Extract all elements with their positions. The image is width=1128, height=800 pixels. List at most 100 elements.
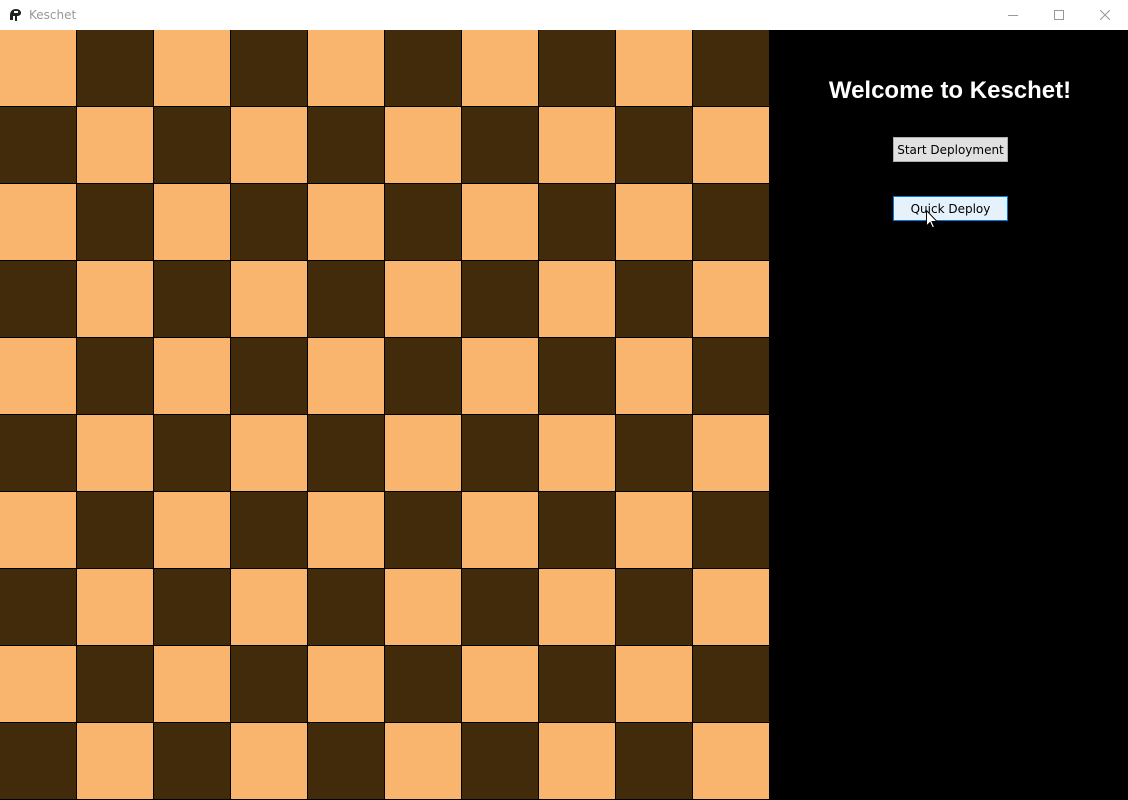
- board-square[interactable]: [0, 30, 77, 107]
- board-square[interactable]: [154, 184, 231, 261]
- board-square[interactable]: [616, 723, 693, 800]
- board-square[interactable]: [231, 646, 308, 723]
- board-square[interactable]: [231, 107, 308, 184]
- board-square[interactable]: [539, 107, 616, 184]
- board-square[interactable]: [0, 415, 77, 492]
- board-square[interactable]: [385, 415, 462, 492]
- board-square[interactable]: [77, 30, 154, 107]
- board-square[interactable]: [154, 415, 231, 492]
- board-square[interactable]: [616, 184, 693, 261]
- board-square[interactable]: [308, 261, 385, 338]
- close-button[interactable]: [1082, 0, 1128, 30]
- board-square[interactable]: [693, 415, 770, 492]
- board-square[interactable]: [385, 569, 462, 646]
- board-square[interactable]: [308, 30, 385, 107]
- board-square[interactable]: [0, 107, 77, 184]
- board-square[interactable]: [539, 723, 616, 800]
- board-square[interactable]: [0, 492, 77, 569]
- board-square[interactable]: [154, 723, 231, 800]
- board-square[interactable]: [385, 492, 462, 569]
- board-square[interactable]: [231, 261, 308, 338]
- board-square[interactable]: [616, 569, 693, 646]
- board-square[interactable]: [308, 415, 385, 492]
- board-square[interactable]: [308, 646, 385, 723]
- title-bar[interactable]: Keschet: [0, 0, 1128, 30]
- board-square[interactable]: [231, 569, 308, 646]
- board-square[interactable]: [77, 723, 154, 800]
- board-square[interactable]: [616, 338, 693, 415]
- board-square[interactable]: [0, 646, 77, 723]
- board-square[interactable]: [308, 723, 385, 800]
- board-square[interactable]: [693, 646, 770, 723]
- board-square[interactable]: [539, 646, 616, 723]
- quick-deploy-button[interactable]: Quick Deploy: [893, 196, 1008, 221]
- board-square[interactable]: [539, 261, 616, 338]
- board-square[interactable]: [0, 569, 77, 646]
- board-square[interactable]: [616, 646, 693, 723]
- board-square[interactable]: [462, 415, 539, 492]
- board-square[interactable]: [0, 184, 77, 261]
- board-square[interactable]: [616, 261, 693, 338]
- board-square[interactable]: [462, 723, 539, 800]
- board-square[interactable]: [539, 415, 616, 492]
- board-square[interactable]: [539, 338, 616, 415]
- board-square[interactable]: [616, 30, 693, 107]
- board-square[interactable]: [385, 338, 462, 415]
- board-square[interactable]: [539, 569, 616, 646]
- board-square[interactable]: [693, 492, 770, 569]
- board-square[interactable]: [77, 492, 154, 569]
- board-square[interactable]: [154, 30, 231, 107]
- board-square[interactable]: [0, 338, 77, 415]
- board-square[interactable]: [77, 338, 154, 415]
- board-square[interactable]: [77, 646, 154, 723]
- board-square[interactable]: [616, 492, 693, 569]
- game-board[interactable]: [0, 30, 770, 800]
- board-square[interactable]: [693, 569, 770, 646]
- board-square[interactable]: [616, 107, 693, 184]
- board-square[interactable]: [77, 261, 154, 338]
- board-square[interactable]: [462, 569, 539, 646]
- board-square[interactable]: [77, 415, 154, 492]
- board-square[interactable]: [231, 723, 308, 800]
- board-square[interactable]: [693, 261, 770, 338]
- board-square[interactable]: [77, 107, 154, 184]
- board-square[interactable]: [308, 107, 385, 184]
- board-square[interactable]: [616, 415, 693, 492]
- start-deployment-button[interactable]: Start Deployment: [893, 137, 1008, 162]
- board-square[interactable]: [693, 184, 770, 261]
- board-square[interactable]: [385, 184, 462, 261]
- board-square[interactable]: [385, 107, 462, 184]
- maximize-button[interactable]: [1036, 0, 1082, 30]
- board-square[interactable]: [693, 723, 770, 800]
- board-square[interactable]: [693, 338, 770, 415]
- board-square[interactable]: [77, 569, 154, 646]
- board-square[interactable]: [462, 107, 539, 184]
- board-square[interactable]: [231, 30, 308, 107]
- board-square[interactable]: [539, 492, 616, 569]
- board-square[interactable]: [308, 338, 385, 415]
- board-square[interactable]: [308, 184, 385, 261]
- board-square[interactable]: [154, 492, 231, 569]
- board-square[interactable]: [308, 492, 385, 569]
- board-square[interactable]: [154, 569, 231, 646]
- board-square[interactable]: [385, 646, 462, 723]
- board-square[interactable]: [462, 338, 539, 415]
- board-square[interactable]: [693, 107, 770, 184]
- board-square[interactable]: [462, 646, 539, 723]
- board-square[interactable]: [231, 492, 308, 569]
- board-square[interactable]: [462, 261, 539, 338]
- board-square[interactable]: [154, 646, 231, 723]
- board-square[interactable]: [231, 415, 308, 492]
- board-square[interactable]: [462, 492, 539, 569]
- board-square[interactable]: [385, 723, 462, 800]
- board-square[interactable]: [77, 184, 154, 261]
- board-square[interactable]: [154, 107, 231, 184]
- board-square[interactable]: [0, 723, 77, 800]
- board-square[interactable]: [231, 184, 308, 261]
- board-square[interactable]: [539, 184, 616, 261]
- board-square[interactable]: [385, 30, 462, 107]
- board-square[interactable]: [154, 261, 231, 338]
- board-square[interactable]: [231, 338, 308, 415]
- board-square[interactable]: [462, 30, 539, 107]
- board-square[interactable]: [385, 261, 462, 338]
